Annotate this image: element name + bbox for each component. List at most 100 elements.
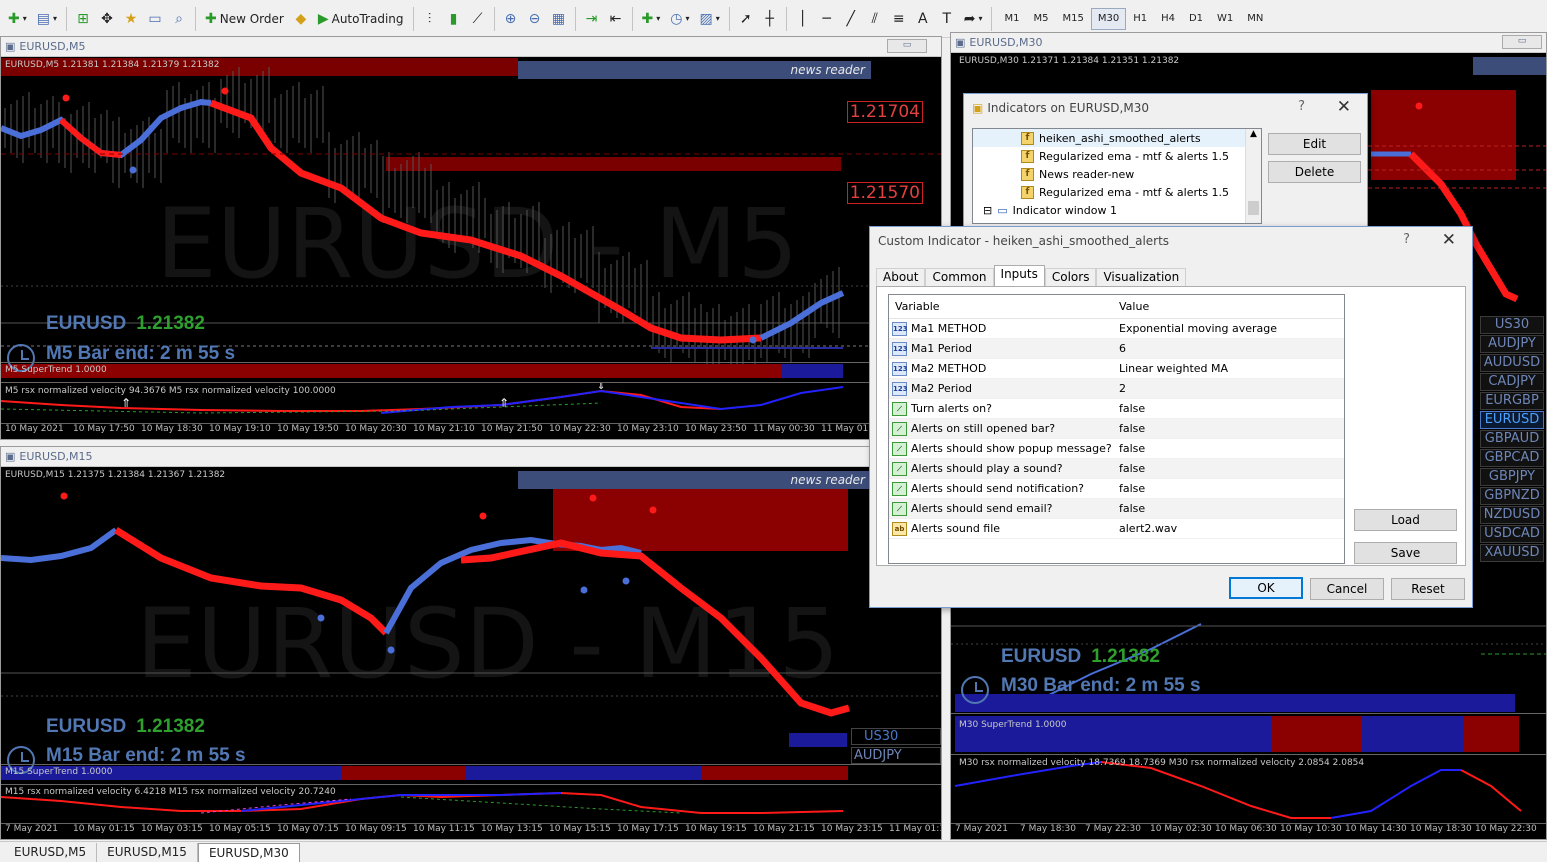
- pair-button[interactable]: EURUSD: [1480, 411, 1544, 429]
- close-button[interactable]: ✕: [1442, 230, 1456, 250]
- zoom-out-button[interactable]: ⊖: [524, 6, 546, 32]
- param-value[interactable]: false: [1117, 462, 1145, 475]
- tab-common[interactable]: Common: [925, 268, 994, 286]
- timeframe-m30-button[interactable]: M30: [1090, 7, 1127, 30]
- pair-button[interactable]: US30: [1480, 316, 1544, 334]
- text-button[interactable]: A: [912, 6, 934, 32]
- pair-button[interactable]: CADJPY: [1480, 373, 1544, 391]
- inputs-grid[interactable]: Variable Value 123 Ma1 METHOD Exponential …: [888, 294, 1345, 564]
- param-row[interactable]: 123 Ma2 METHOD Linear weighted MA: [889, 359, 1344, 379]
- reset-button[interactable]: Reset: [1391, 578, 1465, 600]
- chart-tab[interactable]: EURUSD,M5: [4, 843, 98, 862]
- tree-scrollbar[interactable]: ▲: [1245, 129, 1261, 223]
- cursor-button[interactable]: ➚: [735, 6, 757, 32]
- help-button[interactable]: ?: [1403, 232, 1410, 247]
- param-row[interactable]: 123 Ma2 Period 2: [889, 379, 1344, 399]
- profiles-button[interactable]: ▤ ▾: [33, 6, 61, 32]
- param-row[interactable]: ⟋ Alerts should send email? false: [889, 499, 1344, 519]
- horizontal-line-button[interactable]: ─: [816, 6, 838, 32]
- param-row[interactable]: 123 Ma1 Period 6: [889, 339, 1344, 359]
- zoom-in-button[interactable]: ⊕: [500, 6, 522, 32]
- pair-button[interactable]: AUDUSD: [1480, 354, 1544, 372]
- news-reader-bar[interactable]: news reader: [518, 61, 871, 79]
- pair-button[interactable]: EURGBP: [1480, 392, 1544, 410]
- edit-button[interactable]: Edit: [1268, 133, 1361, 155]
- param-row[interactable]: ⟋ Alerts should show popup message? false: [889, 439, 1344, 459]
- timeframe-m5-button[interactable]: M5: [1026, 8, 1055, 30]
- autotrading-button[interactable]: ▶ AutoTrading: [314, 6, 408, 32]
- tree-item-indicator[interactable]: f News reader-new: [973, 165, 1261, 183]
- line-chart-button[interactable]: ⟋: [467, 6, 489, 32]
- param-row[interactable]: ⟋ Alerts on still opened bar? false: [889, 419, 1344, 439]
- load-button[interactable]: Load: [1354, 509, 1457, 531]
- column-header-variable[interactable]: Variable: [889, 300, 1117, 313]
- timeframe-m1-button[interactable]: M1: [997, 8, 1026, 30]
- crosshair-button[interactable]: ┼: [759, 6, 781, 32]
- timeframe-h1-button[interactable]: H1: [1126, 8, 1154, 30]
- timeframe-w1-button[interactable]: W1: [1210, 8, 1240, 30]
- channel-button[interactable]: ⫽: [864, 6, 886, 32]
- chart-window-m5[interactable]: ▣ EURUSD,M5 ▭ EURUSD,M5 1.21381 1.21384 1…: [0, 36, 942, 440]
- timeframe-m15-button[interactable]: M15: [1055, 8, 1090, 30]
- favorites-button[interactable]: ★: [120, 6, 142, 32]
- param-row[interactable]: ⟋ Alerts should play a sound? false: [889, 459, 1344, 479]
- param-value[interactable]: false: [1117, 442, 1145, 455]
- vertical-line-button[interactable]: │: [792, 6, 814, 32]
- navigator-button[interactable]: ✥: [96, 6, 118, 32]
- tab-visualization[interactable]: Visualization: [1096, 268, 1187, 286]
- chart-area-m5[interactable]: EURUSD,M5 1.21381 1.21384 1.21379 1.2138…: [1, 58, 941, 439]
- save-button[interactable]: Save: [1354, 542, 1457, 564]
- chart-tab[interactable]: EURUSD,M15: [97, 843, 198, 862]
- tree-item-window[interactable]: ⊟ ▭ Indicator window 1: [973, 201, 1261, 219]
- ok-button[interactable]: OK: [1229, 577, 1303, 599]
- text-label-button[interactable]: T: [936, 6, 958, 32]
- chart-window-m15[interactable]: ▣ EURUSD,M15 EURUSD,M15 1.21375 1.21384 1…: [0, 446, 942, 840]
- pair-button[interactable]: GBPAUD: [1480, 430, 1544, 448]
- timeframe-d1-button[interactable]: D1: [1182, 8, 1210, 30]
- strategy-tester-button[interactable]: ⌕: [168, 6, 190, 32]
- pair-button[interactable]: GBPJPY: [1480, 468, 1544, 486]
- param-value[interactable]: 6: [1117, 342, 1126, 355]
- autoscroll-button[interactable]: ⇥: [581, 6, 603, 32]
- pair-button[interactable]: AUDJPY: [851, 747, 941, 764]
- tree-item-indicator[interactable]: f heiken_ashi_smoothed_alerts: [973, 129, 1261, 147]
- indicators-tree[interactable]: f heiken_ashi_smoothed_alerts f Regularized…: [972, 128, 1262, 224]
- collapse-icon[interactable]: ⊟: [983, 204, 992, 217]
- metaeditor-button[interactable]: ◆: [290, 6, 312, 32]
- tree-item-indicator[interactable]: f Regularized ema - mtf & alerts 1.5: [973, 183, 1261, 201]
- pair-button[interactable]: XAUUSD: [1480, 544, 1544, 562]
- chart-area-m15[interactable]: EURUSD,M15 1.21375 1.21384 1.21367 1.213…: [1, 468, 941, 839]
- new-chart-button[interactable]: ✚ ▾: [4, 6, 31, 32]
- pair-button[interactable]: GBPNZD: [1480, 487, 1544, 505]
- minimize-button[interactable]: ▭: [887, 39, 927, 53]
- bar-chart-button[interactable]: ⫶: [419, 6, 441, 32]
- tile-windows-button[interactable]: ▦: [548, 6, 570, 32]
- templates-button[interactable]: ▨ ▾: [695, 6, 723, 32]
- param-row[interactable]: 123 Ma1 METHOD Exponential moving average: [889, 319, 1344, 339]
- cancel-button[interactable]: Cancel: [1310, 578, 1384, 600]
- fibo-button[interactable]: ≡: [888, 6, 910, 32]
- new-order-button[interactable]: ✚ New Order: [201, 6, 288, 32]
- help-button[interactable]: ?: [1298, 99, 1305, 114]
- arrows-button[interactable]: ➦ ▾: [960, 6, 987, 32]
- candle-chart-button[interactable]: ▮: [443, 6, 465, 32]
- chart-shift-button[interactable]: ⇤: [605, 6, 627, 32]
- param-value[interactable]: Linear weighted MA: [1117, 362, 1228, 375]
- delete-button[interactable]: Delete: [1268, 161, 1361, 183]
- param-row[interactable]: ⟋ Alerts should send notification? false: [889, 479, 1344, 499]
- trendline-button[interactable]: ╱: [840, 6, 862, 32]
- tab-inputs[interactable]: Inputs: [993, 265, 1045, 286]
- param-row[interactable]: ⟋ Turn alerts on? false: [889, 399, 1344, 419]
- pair-button[interactable]: AUDJPY: [1480, 335, 1544, 353]
- terminal-button[interactable]: ▭: [144, 6, 166, 32]
- param-value[interactable]: false: [1117, 482, 1145, 495]
- news-reader-bar[interactable]: news reader: [518, 471, 871, 489]
- chart-tab[interactable]: EURUSD,M30: [197, 843, 300, 862]
- param-value[interactable]: 2: [1117, 382, 1126, 395]
- pair-button[interactable]: US30: [851, 728, 941, 745]
- tab-about[interactable]: About: [876, 268, 926, 286]
- minimize-button[interactable]: ▭: [1502, 35, 1542, 49]
- tab-colors[interactable]: Colors: [1044, 268, 1097, 286]
- close-button[interactable]: ✕: [1337, 97, 1351, 117]
- pair-button[interactable]: NZDUSD: [1480, 506, 1544, 524]
